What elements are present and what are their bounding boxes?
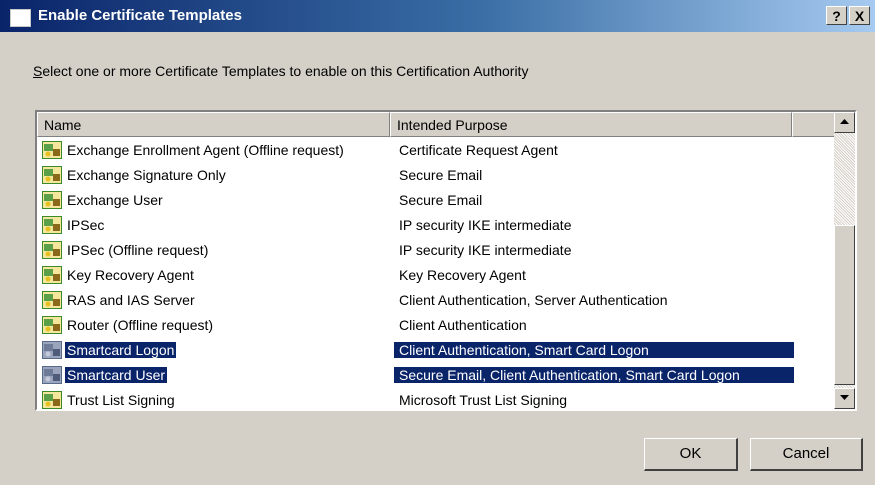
cell-name: Smartcard Logon [37,340,394,359]
window-title: Enable Certificate Templates [38,7,242,24]
template-purpose: IP security IKE intermediate [399,241,572,258]
ok-button[interactable]: OK [644,438,738,471]
help-button[interactable]: ? [826,6,847,25]
template-purpose: Secure Email [399,191,483,208]
cell-name: Trust List Signing [37,390,394,409]
template-purpose: Client Authentication, Smart Card Logon [394,341,794,358]
template-list[interactable]: Name Intended Purpose Exchange Enrollmen… [35,110,857,411]
list-item[interactable]: Smartcard Logon Client Authentication, Sm… [37,337,837,362]
certificate-template-icon [42,140,62,159]
template-name: RAS and IAS Server [67,291,195,308]
title-bar: Enable Certificate Templates ? X [0,0,875,32]
column-header-name[interactable]: Name [37,112,390,137]
list-item[interactable]: Exchange User Secure Email [37,187,837,212]
scroll-down-button[interactable] [834,388,855,409]
template-purpose: Secure Email [399,166,483,183]
template-purpose: Client Authentication [399,316,527,333]
list-item[interactable]: Exchange Enrollment Agent (Offline reque… [37,137,837,162]
certificate-template-icon [42,340,62,359]
cell-name: Key Recovery Agent [37,265,394,284]
instruction-label: Select one or more Certificate Templates… [33,63,528,79]
template-purpose: Secure Email, Client Authentication, Sma… [394,366,794,383]
template-name: Router (Offline request) [67,316,214,333]
certificate-template-icon [42,265,62,284]
list-item[interactable]: IPSec (Offline request) IP security IKE i… [37,237,837,262]
cell-name: Exchange User [37,190,394,209]
template-purpose: Client Authentication, Server Authentica… [399,291,668,308]
template-name: Exchange Enrollment Agent (Offline reque… [67,141,344,158]
instruction-text: elect one or more Certificate Templates … [42,63,529,79]
certificate-template-icon [42,290,62,309]
cell-name: Smartcard User [37,365,394,384]
template-name: Smartcard Logon [65,341,177,358]
certificate-template-icon [42,240,62,259]
certificate-template-icon [42,315,62,334]
template-name: Key Recovery Agent [67,266,194,283]
column-header-purpose[interactable]: Intended Purpose [390,112,792,137]
template-name: Smartcard User [65,366,168,383]
cancel-button[interactable]: Cancel [750,438,863,471]
arrow-up-icon [840,119,849,124]
list-item[interactable]: Key Recovery Agent Key Recovery Agent [37,262,837,287]
cell-name: IPSec [37,215,394,234]
list-header: Name Intended Purpose [37,112,855,137]
list-item[interactable]: IPSec IP security IKE intermediate [37,212,837,237]
template-purpose: Key Recovery Agent [399,266,526,283]
certificate-template-icon [42,390,62,409]
cell-name: RAS and IAS Server [37,290,394,309]
template-name: IPSec [67,216,105,233]
template-purpose: Certificate Request Agent [399,141,558,158]
list-item[interactable]: Trust List Signing Microsoft Trust List S… [37,387,837,409]
list-item[interactable]: RAS and IAS Server Client Authentication,… [37,287,837,312]
template-purpose: IP security IKE intermediate [399,216,572,233]
window-icon [10,9,31,27]
certificate-template-icon [42,165,62,184]
vertical-scrollbar[interactable] [834,112,855,409]
template-name: Exchange Signature Only [67,166,226,183]
close-button[interactable]: X [849,6,870,25]
cell-name: IPSec (Offline request) [37,240,394,259]
template-purpose: Microsoft Trust List Signing [399,391,568,408]
list-item[interactable]: Router (Offline request) Client Authentic… [37,312,837,337]
scroll-thumb[interactable] [834,225,855,385]
cell-name: Exchange Enrollment Agent (Offline reque… [37,140,394,159]
template-name: Trust List Signing [67,391,175,408]
arrow-down-icon [840,395,849,400]
scroll-up-button[interactable] [834,112,855,133]
template-name: Exchange User [67,191,163,208]
cell-name: Exchange Signature Only [37,165,394,184]
instruction-mnemonic: S [33,63,43,79]
certificate-template-icon [42,190,62,209]
list-item[interactable]: Smartcard User Secure Email, Client Authe… [37,362,837,387]
list-rows: Exchange Enrollment Agent (Offline reque… [37,137,837,409]
cell-name: Router (Offline request) [37,315,394,334]
certificate-template-icon [42,215,62,234]
certificate-template-icon [42,365,62,384]
list-item[interactable]: Exchange Signature Only Secure Email [37,162,837,187]
column-header-filler [792,112,837,137]
template-name: IPSec (Offline request) [67,241,209,258]
